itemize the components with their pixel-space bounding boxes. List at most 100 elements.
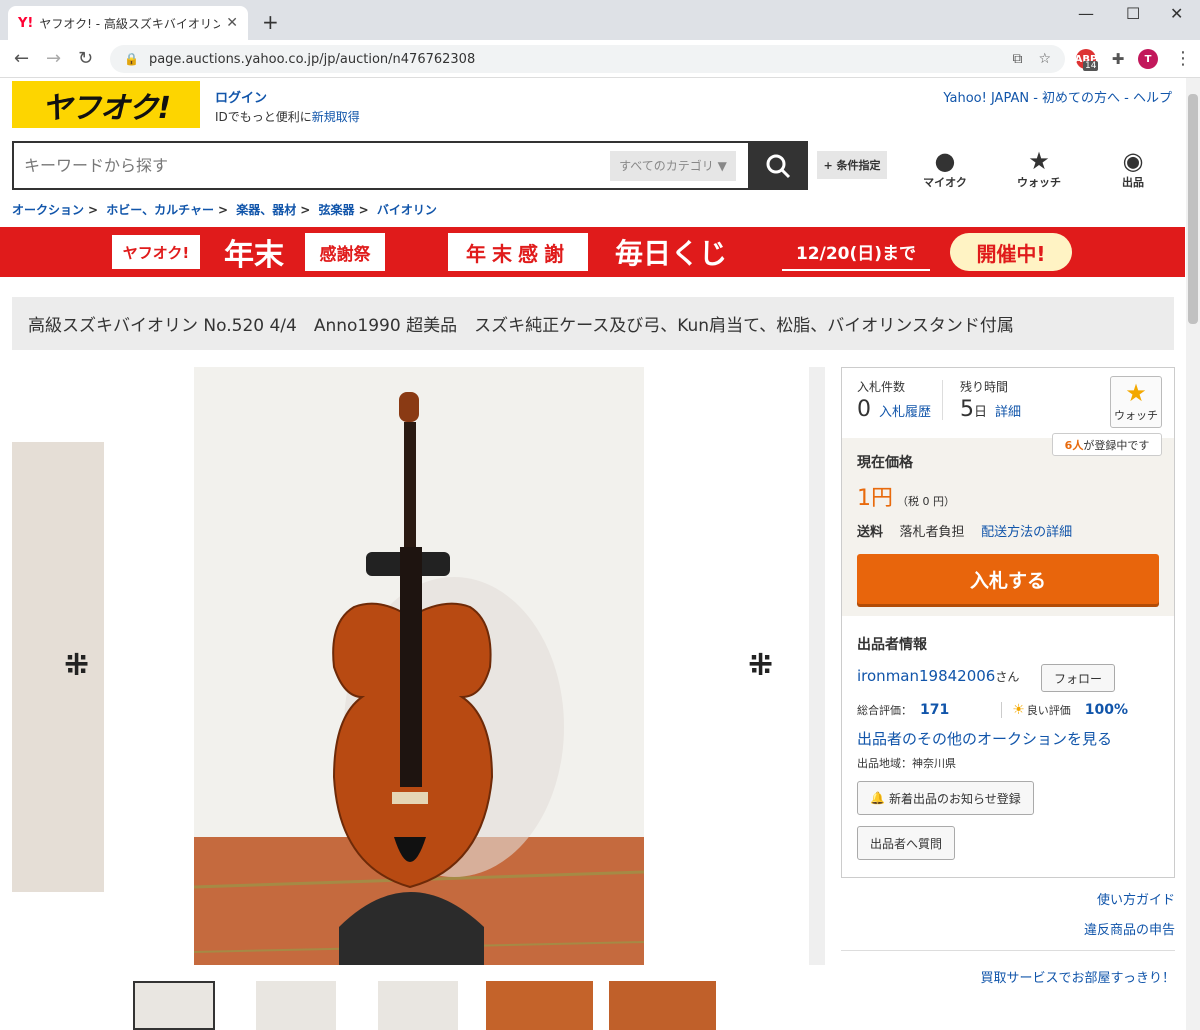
sell-button[interactable]: ◉ 出品 — [1098, 148, 1168, 190]
login-link[interactable]: ログイン — [215, 87, 360, 106]
item-title: 高級スズキバイオリン No.520 4/4 Anno1990 超美品 スズキ純正… — [12, 297, 1174, 350]
report-link[interactable]: 違反商品の申告 — [1084, 919, 1175, 938]
yahoo-favicon-icon: Y! — [18, 15, 34, 31]
thumbnail[interactable] — [256, 981, 336, 1030]
promo-banner[interactable]: ヤフオク! 年末 感謝祭 年末感謝 毎日くじ 12/20(日)まで 開催中! — [0, 227, 1185, 277]
search-button[interactable] — [748, 141, 808, 190]
guide-link[interactable]: 使い方ガイド — [1097, 889, 1175, 908]
shipping-label: 送料 — [857, 525, 884, 540]
follow-button[interactable]: フォロー — [1041, 664, 1115, 692]
watch-header-button[interactable]: ★ ウォッチ — [1004, 148, 1074, 190]
cast-icon[interactable]: ⧉ — [1012, 51, 1022, 67]
back-icon[interactable]: ← — [14, 48, 29, 69]
category-select-label: すべてのカテゴリ — [619, 159, 714, 173]
maximize-icon[interactable]: ☐ — [1126, 4, 1140, 23]
sun-icon: ☀ — [1012, 702, 1025, 718]
seller-name-link[interactable]: ironman19842006 — [857, 667, 995, 685]
login-area: ログイン IDでもっと便利に新規取得 — [215, 87, 360, 125]
time-detail-link[interactable]: 詳細 — [995, 401, 1021, 420]
breadcrumb-item[interactable]: 楽器、器材 — [236, 203, 296, 217]
sell-label: 出品 — [1122, 176, 1144, 189]
other-auctions-link[interactable]: 出品者のその他のオークションを見る — [857, 728, 1112, 749]
bid-button[interactable]: 入札する — [857, 554, 1159, 604]
search-icon — [766, 154, 791, 178]
search-bar: すべてのカテゴリ ▼ — [12, 141, 808, 190]
bookmark-star-icon[interactable]: ☆ — [1038, 51, 1051, 67]
watch-star-icon: ★ — [1125, 379, 1147, 407]
condition-button[interactable]: + 条件指定 — [817, 151, 887, 179]
browser-tabbar: Y! ヤフオク! - 高級スズキバイオリン No.5 ✕ + — ☐ ✕ — [0, 0, 1200, 40]
prev-image-arrow-icon[interactable]: ⁜ — [64, 648, 89, 683]
breadcrumb-item[interactable]: 弦楽器 — [319, 203, 355, 217]
close-window-icon[interactable]: ✕ — [1170, 4, 1183, 23]
bid-count-block: 入札件数 0 入札履歴 — [857, 378, 931, 422]
bid-history-link[interactable]: 入札履歴 — [879, 401, 931, 420]
good-rating-label: 良い評価 — [1026, 704, 1071, 717]
breadcrumb-item[interactable]: ホビー、カルチャー — [106, 203, 214, 217]
main-product-image[interactable] — [194, 367, 644, 965]
shipping-row: 送料 落札者負担 配送方法の詳細 — [857, 521, 1072, 540]
banner-kuji: 毎日くじ — [614, 237, 727, 270]
total-rating-label: 総合評価： — [857, 704, 912, 717]
watch-header-label: ウォッチ — [1017, 176, 1061, 189]
breadcrumb-item[interactable]: オークション — [12, 203, 84, 217]
good-rating: 100% — [1084, 702, 1129, 718]
browser-tab[interactable]: Y! ヤフオク! - 高級スズキバイオリン No.5 ✕ — [8, 6, 248, 40]
url-field[interactable]: 🔒 page.auctions.yahoo.co.jp/jp/auction/n… — [110, 45, 1065, 73]
thumbnail[interactable] — [486, 981, 593, 1030]
reload-icon[interactable]: ↻ — [78, 48, 93, 69]
tab-title: ヤフオク! - 高級スズキバイオリン No.5 — [39, 16, 221, 31]
tax-text: （税 0 円） — [897, 495, 955, 508]
next-image-arrow-icon[interactable]: ⁜ — [748, 648, 773, 683]
price-value: 1円 — [857, 486, 893, 511]
url-text: page.auctions.yahoo.co.jp/jp/auction/n47… — [148, 51, 476, 67]
top-links[interactable]: Yahoo! JAPAN - 初めての方へ - ヘルプ — [943, 87, 1172, 106]
category-select[interactable]: すべてのカテゴリ ▼ — [610, 150, 736, 181]
time-left-value: 5 — [960, 397, 974, 422]
scrollbar-thumb[interactable] — [1188, 94, 1198, 324]
yafuoku-logo[interactable]: ヤフオク! — [12, 81, 200, 128]
thumbnail[interactable] — [609, 981, 716, 1030]
new-tab-icon[interactable]: + — [262, 10, 279, 34]
minimize-icon[interactable]: — — [1078, 4, 1094, 23]
lock-icon: 🔒 — [124, 52, 139, 66]
notify-label: 新着出品のお知らせ登録 — [888, 791, 1021, 806]
thumbnail[interactable] — [133, 981, 215, 1030]
watch-count-tooltip: 6人 が登録中です — [1052, 433, 1162, 456]
banner-until: 12/20(日)まで — [782, 233, 930, 271]
bid-panel: 入札件数 0 入札履歴 残り時間 5日 詳細 ★ ウォッチ 6人 が登録中です 現在価… — [841, 367, 1175, 878]
thumbnail[interactable] — [378, 981, 458, 1030]
ask-seller-button[interactable]: 出品者へ質問 — [857, 826, 956, 860]
seller-rating: 総合評価： 171 ☀ 良い評価 100% — [857, 702, 1167, 718]
bid-count-label: 入札件数 — [857, 380, 906, 394]
extensions-puzzle-icon[interactable]: ✚ — [1108, 49, 1128, 69]
close-tab-icon[interactable]: ✕ — [226, 15, 238, 31]
breadcrumb: オークション > ホビー、カルチャー > 楽器、器材 > 弦楽器 > バイオリン — [12, 203, 437, 217]
violin-image — [194, 367, 644, 965]
camera-icon: ◉ — [1122, 147, 1144, 175]
myauc-label: マイオク — [923, 176, 967, 189]
watch-button[interactable]: ★ ウォッチ — [1110, 376, 1162, 428]
myauc-button[interactable]: ● マイオク — [910, 148, 980, 190]
buyback-link[interactable]: 買取サービスでお部屋すっきり！ — [981, 967, 1175, 986]
bell-icon: 🔔 — [870, 791, 885, 805]
forward-icon[interactable]: → — [46, 48, 61, 69]
page-scrollbar[interactable] — [1186, 78, 1200, 1030]
breadcrumb-item[interactable]: バイオリン — [377, 203, 437, 217]
watch-count-suffix: が登録中です — [1083, 438, 1150, 452]
previous-image-peek[interactable] — [12, 442, 104, 892]
shipping-detail-link[interactable]: 配送方法の詳細 — [981, 525, 1072, 540]
search-input[interactable] — [14, 143, 610, 188]
next-image-peek[interactable] — [809, 367, 825, 965]
current-price: 1円 （税 0 円） — [857, 480, 955, 512]
total-rating[interactable]: 171 — [920, 702, 949, 718]
register-link[interactable]: 新規取得 — [312, 110, 360, 124]
bid-count: 0 — [857, 397, 871, 422]
profile-avatar[interactable]: T — [1138, 49, 1158, 69]
banner-thanks: 感謝祭 — [305, 233, 385, 271]
address-bar: ← → ↻ 🔒 page.auctions.yahoo.co.jp/jp/auc… — [0, 40, 1200, 78]
seller-info-label: 出品者情報 — [857, 637, 927, 653]
menu-dots-icon[interactable]: ⋮ — [1174, 48, 1192, 69]
price-label: 現在価格 — [857, 455, 913, 471]
notify-button[interactable]: 🔔 新着出品のお知らせ登録 — [857, 781, 1034, 815]
